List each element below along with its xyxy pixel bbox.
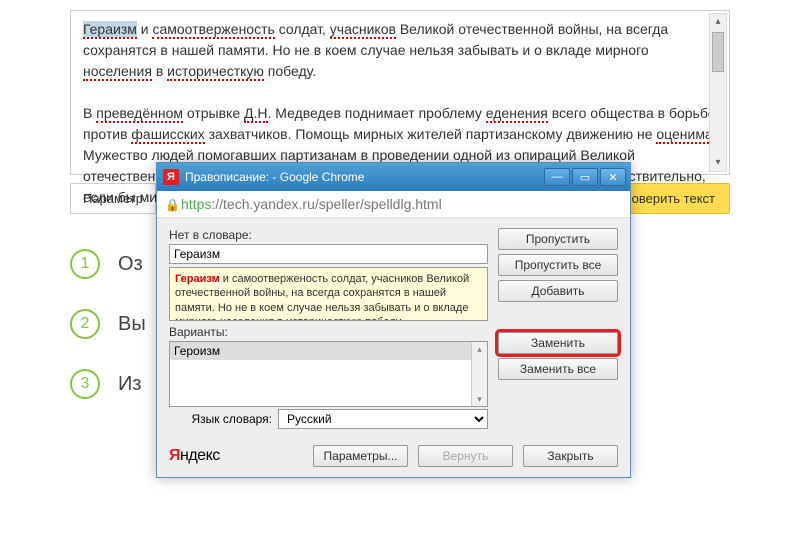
address-bar[interactable]: 🔒 https://tech.yandex.ru/speller/spelldl… (157, 191, 630, 218)
spell-error: носеления (83, 63, 152, 81)
minimize-button[interactable]: — (544, 168, 570, 186)
context-error-word: Гераизм (175, 273, 220, 285)
text: . Медведев поднимает проблему (268, 105, 486, 121)
textarea-scrollbar[interactable]: ▴ ▾ (709, 13, 727, 172)
variants-scrollbar[interactable]: ▴ ▾ (471, 342, 487, 406)
step-number-badge: 2 (70, 309, 100, 339)
skip-all-button[interactable]: Пропустить все (498, 254, 618, 276)
step-text: Вы (118, 313, 146, 336)
variants-label: Варианты: (169, 325, 488, 339)
close-window-button[interactable]: ✕ (600, 168, 626, 186)
revert-button[interactable]: Вернуть (418, 445, 513, 467)
text: победу. (264, 63, 316, 79)
variants-list[interactable]: Героизм ▴ ▾ (169, 341, 488, 407)
skip-button[interactable]: Пропустить (498, 228, 618, 250)
scroll-down-icon[interactable]: ▾ (710, 155, 726, 171)
variant-item[interactable]: Героизм (170, 342, 487, 360)
spell-error: самоотверженость (152, 21, 274, 39)
spell-error: фашисских (131, 126, 204, 144)
replace-all-button[interactable]: Заменить все (498, 358, 618, 380)
scroll-up-icon[interactable]: ▴ (710, 14, 726, 30)
dictionary-language-label: Язык словаря: (192, 412, 272, 426)
text: солдат, (275, 21, 330, 37)
scroll-thumb[interactable] (712, 32, 724, 72)
step-text: Из (118, 373, 142, 396)
scroll-down-icon[interactable]: ▾ (472, 392, 487, 406)
step-number-badge: 3 (70, 369, 100, 399)
text: отрывке (183, 105, 244, 121)
dictionary-language-select[interactable]: Русский (278, 409, 488, 429)
spell-error: историчесткую (167, 63, 264, 81)
spell-error: преведённом (96, 105, 183, 123)
dialog-titlebar[interactable]: Я Правописание: - Google Chrome — ▭ ✕ (157, 163, 630, 191)
replace-button[interactable]: Заменить (498, 332, 618, 354)
text: и (137, 21, 153, 37)
yandex-logo: Яндекс (169, 447, 220, 465)
text: в (152, 63, 167, 79)
step-number-badge: 1 (70, 249, 100, 279)
context-preview: Гераизм и самоотверженость солдат, учасн… (169, 267, 488, 321)
dialog-params-button[interactable]: Параметры... (313, 445, 408, 467)
scroll-up-icon[interactable]: ▴ (472, 342, 487, 356)
step-text: Оз (118, 253, 143, 276)
url-path: ://tech.yandex.ru/speller/spelldlg.html (211, 196, 441, 212)
dialog-title: Правописание: - Google Chrome (185, 170, 542, 184)
spellcheck-dialog: Я Правописание: - Google Chrome — ▭ ✕ 🔒 … (156, 162, 631, 478)
context-text: и самоотверженость солдат, учасников Вел… (175, 273, 469, 321)
spell-error: еденения (486, 105, 548, 123)
url-scheme: https (181, 196, 211, 212)
not-in-dictionary-label: Нет в словаре: (169, 228, 488, 242)
text: захватчиков. Помощь мирных жителей парти… (205, 126, 657, 142)
yandex-favicon-icon: Я (163, 169, 179, 185)
add-to-dictionary-button[interactable]: Добавить (498, 280, 618, 302)
text: В (83, 105, 96, 121)
misspelled-word-input[interactable] (169, 244, 488, 264)
spell-error: оценима (656, 126, 712, 144)
text-input-area[interactable]: Гераизм и самоотверженость солдат, учасн… (70, 10, 730, 175)
highlighted-error-word: Гераизм (83, 21, 137, 37)
lock-icon: 🔒 (165, 198, 177, 210)
dialog-close-button[interactable]: Закрыть (523, 445, 618, 467)
spell-error: Д.Н (244, 105, 267, 123)
spell-error: учасников (330, 21, 396, 39)
maximize-button[interactable]: ▭ (572, 168, 598, 186)
